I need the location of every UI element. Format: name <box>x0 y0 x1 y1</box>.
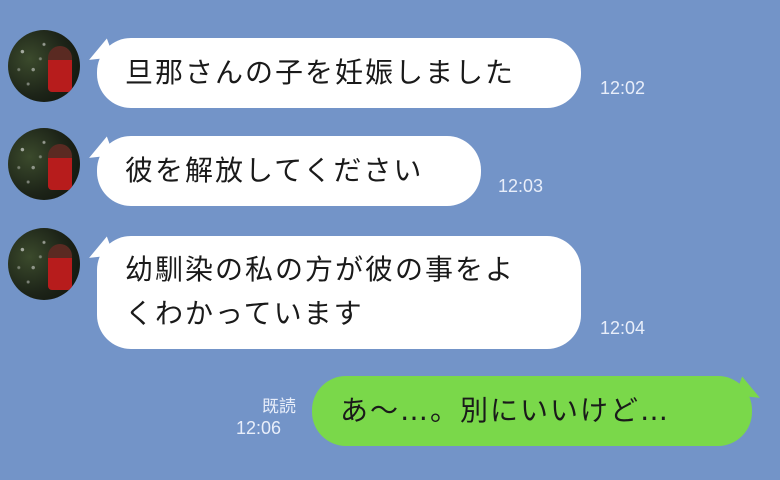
message-time: 12:04 <box>600 318 646 338</box>
avatar-figure <box>48 46 72 92</box>
message-text: 旦那さんの子を妊娠しました <box>125 56 516 89</box>
message-text-line: くわかっています <box>125 297 364 330</box>
message-text-line: 幼馴染の私の方が彼の事をよ <box>125 253 516 286</box>
avatar-figure <box>48 144 72 190</box>
message-bubble[interactable]: 旦那さんの子を妊娠しました <box>97 38 581 108</box>
read-receipt: 既読 <box>262 397 296 417</box>
message-bubble[interactable]: 彼を解放してください <box>97 136 481 206</box>
sent-message-bubble[interactable]: あ〜…。別にいいけど… <box>312 376 752 446</box>
message-bubble[interactable]: 幼馴染の私の方が彼の事をよ くわかっています <box>97 236 581 349</box>
sender-avatar[interactable] <box>8 228 80 300</box>
sender-avatar[interactable] <box>8 30 80 102</box>
chat-area: 旦那さんの子を妊娠しました 12:02 彼を解放してください 12:03 幼馴染… <box>0 0 780 480</box>
message-time: 12:02 <box>600 78 646 98</box>
sent-message-text: あ〜…。別にいいけど… <box>340 394 671 427</box>
sent-time: 12:06 <box>236 418 282 438</box>
message-time: 12:03 <box>498 176 544 196</box>
avatar-figure <box>48 244 72 290</box>
sender-avatar[interactable] <box>8 128 80 200</box>
message-text: 彼を解放してください <box>125 154 424 187</box>
